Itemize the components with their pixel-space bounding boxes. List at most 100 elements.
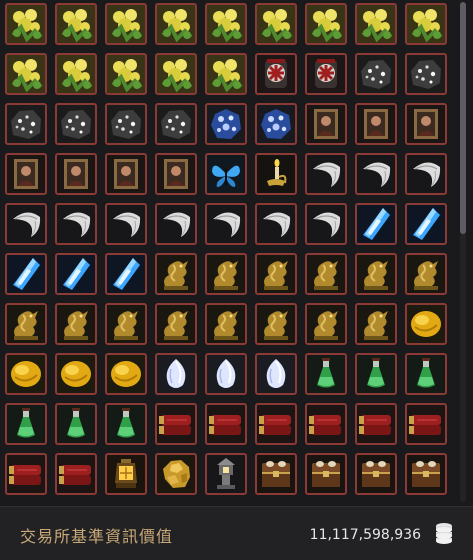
inventory-slot[interactable] bbox=[55, 453, 97, 495]
inventory-slot[interactable] bbox=[405, 53, 447, 95]
inventory-slot[interactable] bbox=[355, 153, 397, 195]
inventory-slot[interactable] bbox=[105, 453, 147, 495]
inventory-slot[interactable] bbox=[405, 403, 447, 445]
inventory-slot[interactable] bbox=[55, 253, 97, 295]
herb-icon bbox=[207, 5, 245, 43]
inventory-slot[interactable] bbox=[55, 153, 97, 195]
inventory-slot[interactable] bbox=[155, 153, 197, 195]
inventory-slot[interactable] bbox=[405, 353, 447, 395]
inventory-slot[interactable] bbox=[305, 103, 347, 145]
inventory-slot[interactable] bbox=[55, 203, 97, 245]
inventory-slot[interactable] bbox=[5, 453, 47, 495]
inventory-slot[interactable] bbox=[255, 253, 297, 295]
scrollbar-thumb[interactable] bbox=[460, 2, 466, 234]
inventory-slot[interactable] bbox=[205, 453, 247, 495]
inventory-slot[interactable] bbox=[405, 453, 447, 495]
lantern-box-icon bbox=[307, 55, 345, 93]
inventory-slot[interactable] bbox=[305, 153, 347, 195]
inventory-slot[interactable] bbox=[55, 3, 97, 45]
inventory-slot[interactable] bbox=[105, 353, 147, 395]
inventory-slot[interactable] bbox=[255, 403, 297, 445]
inventory-slot[interactable] bbox=[355, 203, 397, 245]
inventory-slot[interactable] bbox=[305, 53, 347, 95]
inventory-slot[interactable] bbox=[155, 403, 197, 445]
feather-icon bbox=[257, 205, 295, 243]
inventory-slot[interactable] bbox=[205, 53, 247, 95]
blue-crystal-icon bbox=[357, 205, 395, 243]
inventory-slot[interactable] bbox=[205, 303, 247, 345]
inventory-slot[interactable] bbox=[255, 353, 297, 395]
inventory-slot[interactable] bbox=[5, 253, 47, 295]
inventory-slot[interactable] bbox=[55, 103, 97, 145]
inventory-slot[interactable] bbox=[205, 203, 247, 245]
inventory-slot[interactable] bbox=[355, 453, 397, 495]
inventory-slot[interactable] bbox=[105, 253, 147, 295]
inventory-slot[interactable] bbox=[105, 203, 147, 245]
inventory-slot[interactable] bbox=[405, 153, 447, 195]
inventory-slot[interactable] bbox=[5, 3, 47, 45]
inventory-slot[interactable] bbox=[255, 203, 297, 245]
inventory-slot[interactable] bbox=[155, 253, 197, 295]
inventory-slot[interactable] bbox=[205, 403, 247, 445]
inventory-slot[interactable] bbox=[405, 253, 447, 295]
inventory-slot[interactable] bbox=[205, 3, 247, 45]
inventory-slot[interactable] bbox=[105, 3, 147, 45]
inventory-slot[interactable] bbox=[205, 253, 247, 295]
inventory-slot[interactable] bbox=[305, 3, 347, 45]
inventory-slot[interactable] bbox=[55, 53, 97, 95]
inventory-slot[interactable] bbox=[405, 303, 447, 345]
inventory-slot[interactable] bbox=[205, 103, 247, 145]
inventory-slot[interactable] bbox=[55, 403, 97, 445]
inventory-slot[interactable] bbox=[155, 3, 197, 45]
inventory-slot[interactable] bbox=[255, 3, 297, 45]
inventory-slot[interactable] bbox=[355, 403, 397, 445]
inventory-slot[interactable] bbox=[305, 203, 347, 245]
inventory-slot[interactable] bbox=[305, 453, 347, 495]
inventory-slot[interactable] bbox=[355, 53, 397, 95]
inventory-slot[interactable] bbox=[255, 53, 297, 95]
inventory-slot[interactable] bbox=[55, 303, 97, 345]
footer-bar: 交易所基準資訊價值 11,117,598,936 bbox=[0, 506, 473, 560]
inventory-slot[interactable] bbox=[255, 453, 297, 495]
inventory-slot[interactable] bbox=[155, 103, 197, 145]
inventory-slot[interactable] bbox=[355, 253, 397, 295]
inventory-slot[interactable] bbox=[5, 153, 47, 195]
inventory-slot[interactable] bbox=[255, 303, 297, 345]
inventory-slot[interactable] bbox=[405, 103, 447, 145]
inventory-slot[interactable] bbox=[355, 303, 397, 345]
inventory-slot[interactable] bbox=[105, 403, 147, 445]
inventory-slot[interactable] bbox=[305, 253, 347, 295]
inventory-slot[interactable] bbox=[5, 103, 47, 145]
inventory-slot[interactable] bbox=[155, 203, 197, 245]
inventory-slot[interactable] bbox=[305, 403, 347, 445]
inventory-slot[interactable] bbox=[55, 353, 97, 395]
inventory-slot[interactable] bbox=[105, 103, 147, 145]
ore-icon bbox=[157, 105, 195, 143]
inventory-slot[interactable] bbox=[255, 153, 297, 195]
inventory-slot[interactable] bbox=[355, 353, 397, 395]
inventory-slot[interactable] bbox=[105, 153, 147, 195]
inventory-slot[interactable] bbox=[255, 103, 297, 145]
inventory-slot[interactable] bbox=[5, 203, 47, 245]
inventory-slot[interactable] bbox=[305, 303, 347, 345]
scroll-icon bbox=[407, 405, 445, 443]
inventory-slot[interactable] bbox=[405, 203, 447, 245]
inventory-slot[interactable] bbox=[205, 353, 247, 395]
inventory-slot[interactable] bbox=[205, 153, 247, 195]
inventory-slot[interactable] bbox=[355, 103, 397, 145]
inventory-slot[interactable] bbox=[105, 303, 147, 345]
inventory-slot[interactable] bbox=[5, 303, 47, 345]
inventory-slot[interactable] bbox=[355, 3, 397, 45]
inventory-slot[interactable] bbox=[105, 53, 147, 95]
inventory-slot[interactable] bbox=[5, 403, 47, 445]
inventory-slot[interactable] bbox=[5, 353, 47, 395]
inventory-slot[interactable] bbox=[5, 53, 47, 95]
inventory-slot[interactable] bbox=[405, 3, 447, 45]
inventory-slot[interactable] bbox=[155, 303, 197, 345]
inventory-slot[interactable] bbox=[305, 353, 347, 395]
potion-icon bbox=[307, 355, 345, 393]
inventory-slot[interactable] bbox=[155, 53, 197, 95]
inventory-slot[interactable] bbox=[155, 453, 197, 495]
inventory-slot[interactable] bbox=[155, 353, 197, 395]
scrollbar[interactable] bbox=[460, 2, 466, 502]
